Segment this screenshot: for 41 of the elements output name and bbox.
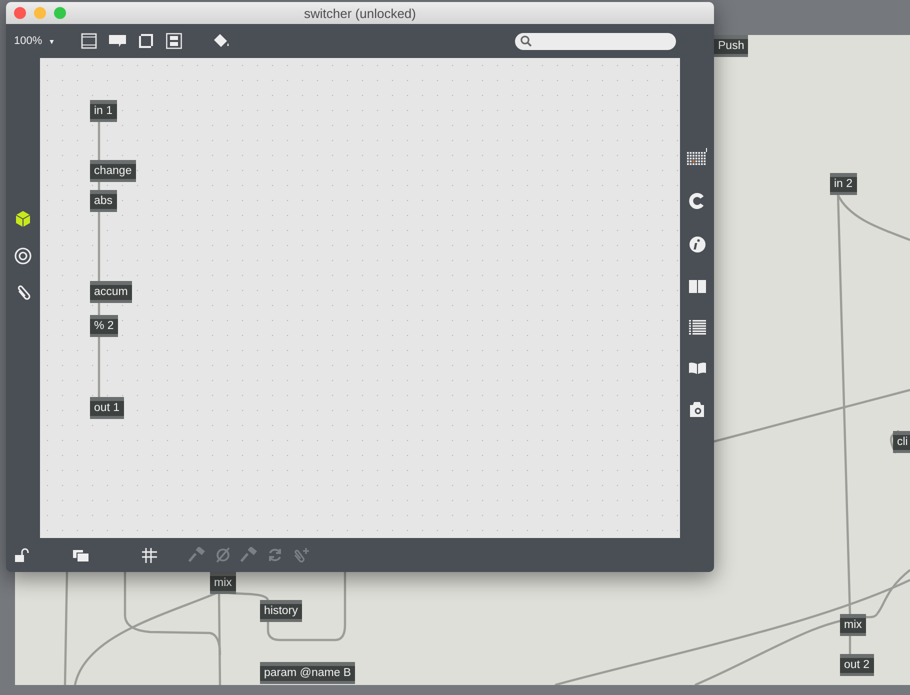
patch-object[interactable]: param @name B [260, 662, 356, 684]
patch-object[interactable]: % 2 [90, 315, 118, 337]
book-icon[interactable] [688, 280, 706, 293]
patch-object[interactable]: Push [714, 35, 748, 57]
cube-icon[interactable] [15, 210, 31, 227]
search-field[interactable] [515, 32, 676, 50]
paint-bucket-icon[interactable] [212, 33, 230, 49]
patch-object[interactable]: cli [893, 431, 910, 453]
lock-icon[interactable] [14, 547, 32, 563]
patch-object[interactable]: out 1 [90, 397, 124, 419]
comment-icon[interactable] [109, 34, 126, 48]
list-icon[interactable] [688, 320, 706, 335]
patch-cord [98, 335, 100, 397]
patch-object[interactable]: in 2 [830, 173, 857, 195]
patch-cord [98, 210, 100, 281]
patch-cord [98, 301, 100, 315]
camera-icon[interactable] [689, 401, 705, 418]
windows-icon[interactable] [72, 547, 90, 563]
close-button[interactable] [14, 7, 26, 19]
patch-object[interactable]: abs [90, 190, 117, 212]
patch-cord [98, 180, 100, 190]
patch-object[interactable]: change [90, 160, 136, 182]
c-icon[interactable] [689, 193, 705, 209]
target-icon[interactable] [14, 247, 32, 265]
search-icon [520, 35, 532, 47]
patch-object[interactable]: accum [90, 281, 132, 303]
patch-object[interactable]: in 1 [90, 100, 117, 122]
patch-object[interactable]: out 2 [840, 654, 874, 676]
code-icon[interactable] [166, 33, 182, 49]
window-title: switcher (unlocked) [304, 6, 416, 20]
presentation-icon[interactable] [81, 33, 98, 49]
frame-icon[interactable] [138, 33, 154, 49]
open-book-icon[interactable] [688, 362, 706, 374]
grid-icon[interactable] [687, 148, 707, 166]
patch-object[interactable]: mix [210, 572, 236, 594]
paperclip-icon[interactable] [15, 285, 31, 302]
patch-object[interactable]: history [260, 600, 302, 622]
grid-icon[interactable] [140, 547, 158, 563]
patch-object[interactable]: mix [840, 614, 866, 636]
info-icon[interactable] [688, 236, 706, 253]
patch-cord [98, 120, 100, 160]
